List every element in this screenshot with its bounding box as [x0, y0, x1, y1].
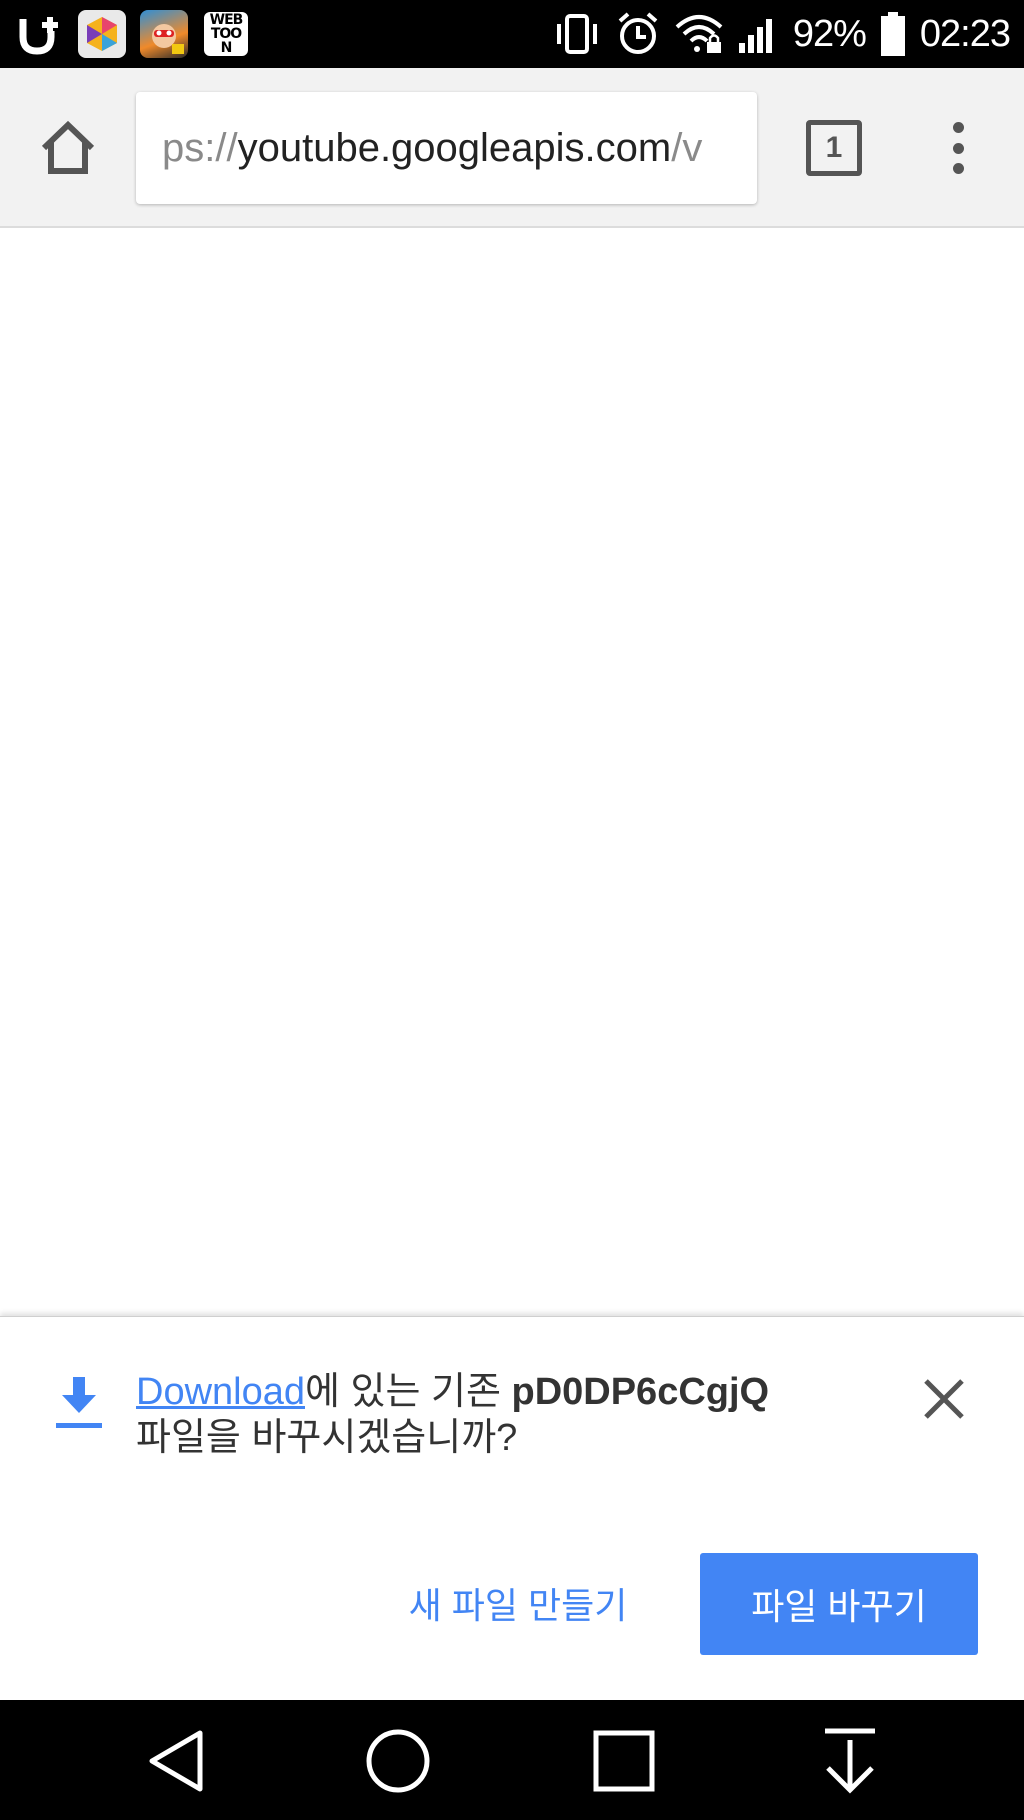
download-folder-link[interactable]: Download	[136, 1371, 305, 1413]
home-circle-icon	[366, 1729, 430, 1793]
browser-toolbar: ps://youtube.googleapis.com/v 1	[0, 68, 1024, 228]
filename: pD0DP6cCgjQ	[511, 1371, 770, 1413]
system-status: 92% 02:23	[553, 11, 1011, 57]
infobar-message: Download에 있는 기존 pD0DP6cCgjQ 파일을 바꾸시겠습니까?	[136, 1369, 776, 1461]
back-button[interactable]	[136, 1724, 216, 1798]
home-button[interactable]	[32, 112, 104, 184]
back-icon	[149, 1730, 203, 1792]
webtoon-label: WEB TOON	[209, 12, 244, 56]
web-page-content[interactable]	[0, 230, 1024, 1316]
tab-switcher-button[interactable]: 1	[806, 120, 862, 176]
vibrate-icon	[553, 12, 601, 56]
download-icon	[56, 1377, 102, 1428]
hexagon-app-icon	[78, 10, 126, 58]
notification-icons: WEB TOON	[16, 10, 250, 58]
url-path: /v	[671, 125, 703, 170]
message-text: 에 있는 기존	[305, 1371, 512, 1413]
close-icon	[924, 1379, 964, 1419]
url-scheme: ps://	[162, 125, 238, 170]
notification-pull-button[interactable]	[810, 1724, 890, 1798]
tab-count: 1	[825, 131, 843, 164]
battery-percent: 92%	[792, 12, 867, 55]
webtoon-icon: WEB TOON	[202, 10, 250, 58]
netmarble-game-icon	[140, 10, 188, 58]
url-bar[interactable]: ps://youtube.googleapis.com/v	[136, 92, 757, 204]
menu-dot-icon	[952, 122, 964, 133]
recents-button[interactable]	[584, 1724, 664, 1798]
system-nav-bar	[0, 1700, 1024, 1820]
menu-dot-icon	[952, 142, 964, 154]
battery-icon	[880, 11, 906, 57]
close-button[interactable]	[918, 1373, 970, 1425]
replace-file-button[interactable]: 파일 바꾸기	[700, 1553, 978, 1655]
overflow-menu-button[interactable]	[940, 116, 976, 180]
screen: WEB TOON 92% 02:23 ps:// youtube.googlea…	[0, 0, 1024, 1820]
status-bar: WEB TOON 92% 02:23	[0, 0, 1024, 68]
create-new-file-button[interactable]: 새 파일 만들기	[390, 1553, 646, 1653]
download-infobar: Download에 있는 기존 pD0DP6cCgjQ 파일을 바꾸시겠습니까?…	[0, 1316, 1024, 1700]
url-host: youtube.googleapis.com	[237, 125, 672, 170]
uplus-icon	[16, 10, 64, 58]
recents-icon	[593, 1730, 655, 1792]
menu-dot-icon	[952, 163, 964, 174]
home-icon	[41, 120, 95, 174]
signal-icon	[737, 13, 779, 55]
notification-pull-icon	[825, 1728, 875, 1794]
home-nav-button[interactable]	[358, 1724, 438, 1798]
wifi-locked-icon	[675, 13, 723, 55]
alarm-icon	[615, 11, 661, 57]
clock: 02:23	[919, 12, 1011, 55]
message-question: 파일을 바꾸시겠습니까?	[136, 1417, 518, 1459]
